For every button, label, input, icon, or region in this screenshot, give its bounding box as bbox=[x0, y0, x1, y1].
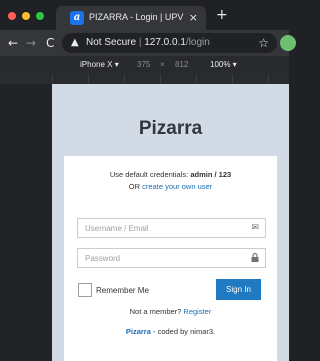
minimize-window-button[interactable] bbox=[22, 12, 30, 20]
remember-me-checkbox[interactable] bbox=[78, 283, 92, 297]
register-link[interactable]: Register bbox=[183, 307, 211, 316]
password-input[interactable] bbox=[78, 249, 248, 267]
zoom-select[interactable]: 100% ▾ bbox=[210, 60, 237, 69]
new-tab-button[interactable]: + bbox=[216, 8, 228, 22]
device-ruler bbox=[0, 74, 289, 84]
sign-in-button[interactable]: Sign In bbox=[216, 279, 261, 300]
username-field[interactable]: ✉ bbox=[77, 218, 266, 238]
brand-title: Pizarra bbox=[138, 118, 203, 139]
dimension-times: × bbox=[160, 60, 165, 69]
device-width[interactable]: 375 bbox=[137, 60, 150, 69]
device-height[interactable]: 812 bbox=[175, 60, 188, 69]
device-toolbar: iPhone X ▾ 375 × 812 100% ▾ bbox=[0, 56, 289, 74]
address-text: Not Secure | 127.0.0.1/login bbox=[86, 37, 210, 48]
site-favicon-icon: a bbox=[70, 11, 84, 25]
lock-icon bbox=[251, 253, 259, 265]
username-input[interactable] bbox=[78, 219, 248, 237]
emulated-viewport: Pizarra Use default credentials: admin /… bbox=[0, 84, 289, 361]
create-user-hint: OR create your own user bbox=[64, 182, 277, 191]
register-hint: Not a member? Register bbox=[64, 307, 277, 316]
create-user-link[interactable]: create your own user bbox=[142, 182, 212, 191]
forward-button[interactable]: → bbox=[26, 36, 36, 50]
warning-triangle-icon[interactable]: ▲ bbox=[71, 37, 79, 48]
address-separator: | bbox=[138, 37, 142, 48]
login-card: Use default credentials: admin / 123 OR … bbox=[64, 156, 277, 361]
tab-title: PIZARRA - Login | UPV bbox=[89, 12, 184, 22]
credentials-value: admin / 123 bbox=[190, 170, 232, 179]
login-page: Pizarra Use default credentials: admin /… bbox=[52, 84, 289, 361]
browser-tab-bar: a PIZARRA - Login | UPV × + bbox=[0, 0, 289, 30]
tab-close-icon[interactable]: × bbox=[189, 11, 198, 24]
credit-suffix: - coded by nimar3. bbox=[153, 327, 216, 336]
close-window-button[interactable] bbox=[8, 12, 16, 20]
address-host: 127.0.0.1 bbox=[144, 37, 186, 48]
member-prefix: Not a member? bbox=[129, 307, 182, 316]
back-button[interactable]: ← bbox=[8, 36, 18, 50]
credentials-hint: Use default credentials: admin / 123 bbox=[64, 170, 277, 179]
password-field[interactable] bbox=[77, 248, 266, 268]
browser-tab-active[interactable]: a PIZARRA - Login | UPV × bbox=[56, 6, 206, 30]
remember-me-label: Remember Me bbox=[96, 286, 149, 295]
credentials-prefix: Use default credentials: bbox=[109, 170, 189, 179]
security-label: Not Secure bbox=[86, 37, 137, 48]
create-prefix: OR bbox=[128, 182, 141, 191]
browser-toolbar: ← → C ▲ Not Secure | 127.0.0.1/login ☆ bbox=[0, 30, 296, 56]
address-path: /login bbox=[185, 37, 210, 48]
address-bar[interactable]: ▲ Not Secure | 127.0.0.1/login ☆ bbox=[62, 33, 277, 53]
footer-credit: Pizarra - coded by nimar3. bbox=[64, 327, 277, 336]
reload-button[interactable]: C bbox=[46, 36, 54, 50]
device-select[interactable]: iPhone X ▾ bbox=[80, 60, 119, 69]
envelope-icon: ✉ bbox=[251, 223, 259, 233]
maximize-window-button[interactable] bbox=[36, 12, 44, 20]
bookmark-star-icon[interactable]: ☆ bbox=[258, 36, 269, 50]
credit-brand-link[interactable]: Pizarra bbox=[126, 327, 151, 336]
profile-avatar[interactable] bbox=[280, 35, 296, 51]
